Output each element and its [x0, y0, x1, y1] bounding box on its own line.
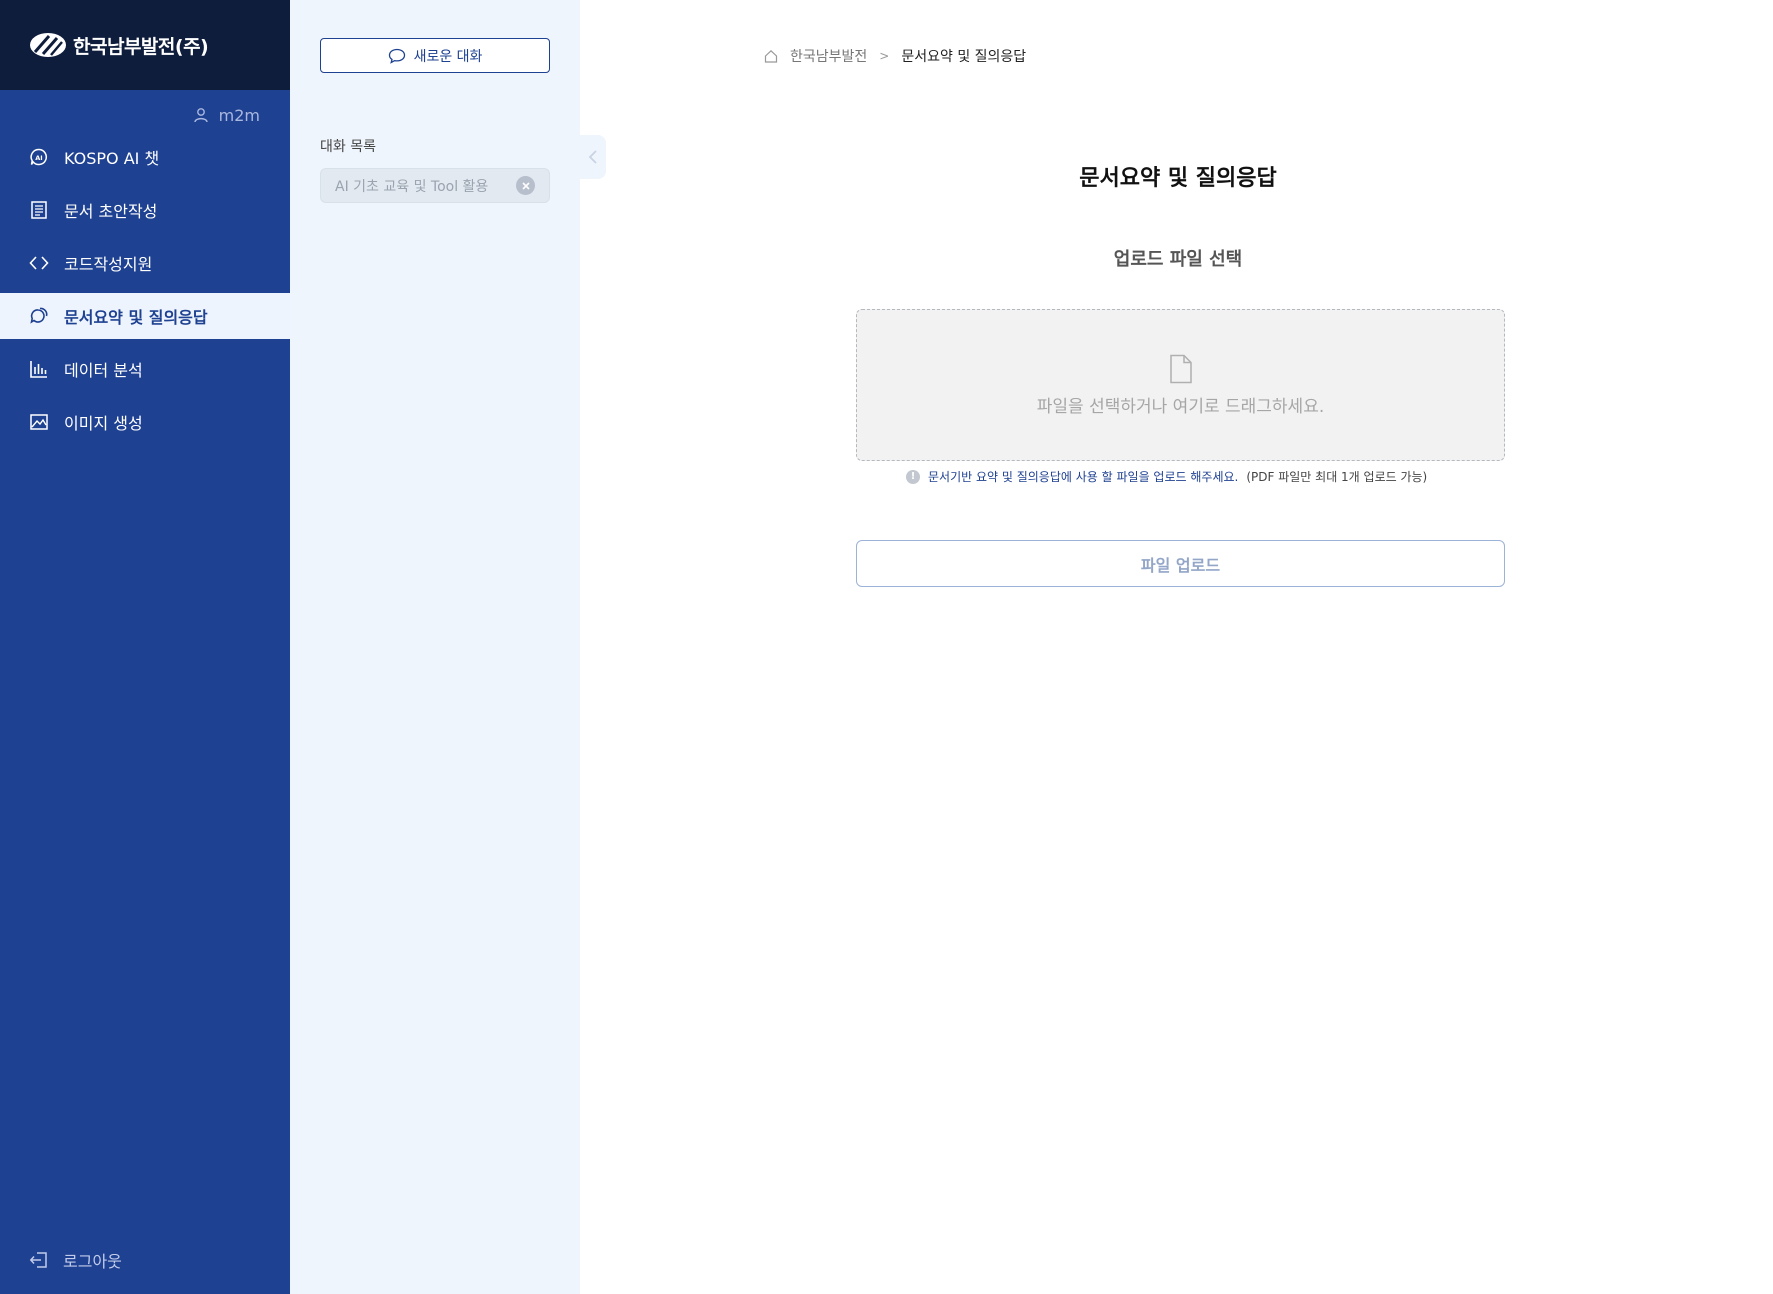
dropzone-text: 파일을 선택하거나 여기로 드래그하세요.: [1036, 396, 1325, 417]
sidebar-item-image-generation[interactable]: 이미지 생성: [0, 399, 290, 445]
chevron-left-icon: [588, 150, 597, 164]
breadcrumb-home[interactable]: 한국남부발전: [790, 46, 867, 66]
file-icon: [1169, 354, 1192, 383]
breadcrumb-current: 문서요약 및 질의응답: [901, 49, 1027, 65]
sidebar-item-document-draft[interactable]: 문서 초안작성: [0, 187, 290, 233]
breadcrumb: 한국남부발전 > 문서요약 및 질의응답: [764, 46, 1026, 66]
brand-logo-icon: [30, 33, 66, 57]
image-icon: [30, 414, 48, 430]
sidebar-menu: AI KOSPO AI 챗 문서 초안작성 코드작성지원 문서요약 및 질의응답…: [0, 134, 290, 452]
sidebar-item-document-qa[interactable]: 문서요약 및 질의응답: [0, 293, 290, 339]
logout-label: 로그아웃: [63, 1252, 122, 1271]
sidebar-item-label: 이미지 생성: [64, 414, 143, 433]
new-chat-label: 새로운 대화: [413, 48, 483, 65]
upload-hint-main: 문서기반 요약 및 질의응답에 사용 할 파일을 업로드 해주세요.: [928, 470, 1239, 484]
delete-conversation-button[interactable]: [516, 176, 535, 195]
bar-chart-icon: [30, 361, 47, 378]
sidebar-item-label: 데이터 분석: [64, 361, 143, 380]
upload-hint: ! 문서기반 요약 및 질의응답에 사용 할 파일을 업로드 해주세요. (PD…: [906, 468, 1427, 485]
file-upload-button[interactable]: 파일 업로드: [856, 540, 1505, 587]
speech-bubble-icon: [388, 48, 405, 64]
sidebar-item-data-analysis[interactable]: 데이터 분석: [0, 346, 290, 392]
user-icon: [193, 108, 208, 123]
home-icon: [764, 49, 778, 63]
user-name: m2m: [218, 105, 260, 125]
conversation-panel: 새로운 대화 대화 목록 AI 기초 교육 및 Tool 활용: [290, 0, 580, 1294]
ai-chat-icon: AI: [30, 148, 48, 166]
user-info[interactable]: m2m: [193, 104, 260, 126]
logout-button[interactable]: 로그아웃: [29, 1248, 122, 1272]
sidebar-item-label: 문서요약 및 질의응답: [64, 308, 208, 327]
document-icon: [31, 201, 47, 219]
logout-icon: [29, 1252, 47, 1268]
sidebar-item-label: 문서 초안작성: [64, 202, 158, 221]
main-sidebar: 한국남부발전(주) m2m AI KOSPO AI 챗 문서 초안작성 코드작성…: [0, 0, 290, 1294]
conversation-item-title: AI 기초 교육 및 Tool 활용: [335, 178, 489, 195]
conversation-panel-collapse-button[interactable]: [580, 135, 606, 179]
sidebar-item-label: KOSPO AI 챗: [64, 149, 160, 168]
info-icon: !: [906, 469, 920, 484]
brand-logo[interactable]: 한국남부발전(주): [29, 30, 209, 60]
conversation-list-title: 대화 목록: [320, 139, 376, 155]
file-dropzone[interactable]: 파일을 선택하거나 여기로 드래그하세요.: [856, 309, 1505, 461]
close-icon: [521, 181, 530, 190]
chat-bubble-icon: [30, 307, 48, 324]
logo-bar: 한국남부발전(주): [0, 0, 290, 90]
code-icon: [29, 256, 49, 270]
conversation-item[interactable]: AI 기초 교육 및 Tool 활용: [320, 168, 550, 203]
breadcrumb-separator: >: [879, 49, 890, 63]
app-root: 한국남부발전(주) m2m AI KOSPO AI 챗 문서 초안작성 코드작성…: [0, 0, 1773, 1294]
section-title: 업로드 파일 선택: [1113, 249, 1243, 270]
page-title: 문서요약 및 질의응답: [1079, 166, 1277, 191]
new-chat-button[interactable]: 새로운 대화: [320, 38, 550, 73]
svg-text:AI: AI: [35, 154, 42, 162]
brand-logo-text: 한국남부발전(주): [73, 35, 209, 58]
sidebar-item-label: 코드작성지원: [64, 255, 153, 274]
sidebar-item-code-support[interactable]: 코드작성지원: [0, 240, 290, 286]
sidebar-item-kospo-ai-chat[interactable]: AI KOSPO AI 챗: [0, 134, 290, 180]
upload-hint-sub: (PDF 파일만 최대 1개 업로드 가능): [1246, 470, 1428, 484]
